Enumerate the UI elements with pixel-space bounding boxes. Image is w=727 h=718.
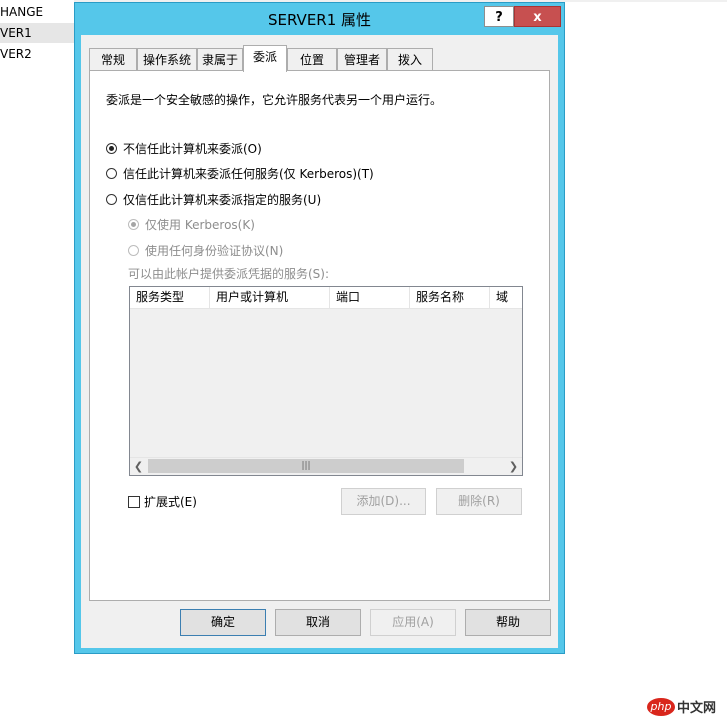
php-logo-icon: php <box>647 697 675 716</box>
dialog-client-area: 常规 操作系统 隶属于 委派 位置 管理者 拨入 委派是一个安全敏感的操作，它允… <box>81 35 558 648</box>
tab-managed-by[interactable]: 管理者 <box>337 48 387 70</box>
cancel-button[interactable]: 取消 <box>275 609 361 636</box>
tab-strip: 常规 操作系统 隶属于 委派 位置 管理者 拨入 <box>89 45 549 72</box>
radio-any-protocol: 使用任何身份验证协议(N) <box>128 242 283 259</box>
ok-button[interactable]: 确定 <box>180 609 266 636</box>
list-item[interactable]: HANGE <box>0 2 74 22</box>
column-header-service-name[interactable]: 服务名称 <box>410 287 490 308</box>
expanded-checkbox-row[interactable]: 扩展式(E) <box>128 493 197 510</box>
radio-label: 信任此计算机来委派任何服务(仅 Kerberos)(T) <box>123 167 374 181</box>
tab-member-of[interactable]: 隶属于 <box>197 48 243 70</box>
radio-trust-specified-services[interactable]: 仅信任此计算机来委派指定的服务(U) <box>106 191 321 208</box>
radio-label: 使用任何身份验证协议(N) <box>145 244 284 258</box>
delegation-description: 委派是一个安全敏感的操作，它允许服务代表另一个用户运行。 <box>106 93 443 107</box>
radio-button[interactable] <box>106 194 117 205</box>
tab-delegation[interactable]: 委派 <box>243 45 287 72</box>
delegation-panel: 委派是一个安全敏感的操作，它允许服务代表另一个用户运行。 不信任此计算机来委派(… <box>89 70 550 601</box>
radio-trust-any-service[interactable]: 信任此计算机来委派任何服务(仅 Kerberos)(T) <box>106 165 374 182</box>
radio-label: 仅信任此计算机来委派指定的服务(U) <box>123 193 322 207</box>
radio-do-not-trust[interactable]: 不信任此计算机来委派(O) <box>106 140 262 157</box>
tab-os[interactable]: 操作系统 <box>137 48 197 70</box>
radio-button <box>128 245 139 256</box>
scroll-thumb[interactable]: ||| <box>148 459 464 473</box>
column-header-domain[interactable]: 域 <box>490 287 522 308</box>
radio-button-checked[interactable] <box>106 143 117 154</box>
radio-button-checked <box>128 219 139 230</box>
expanded-label: 扩展式(E) <box>144 495 197 509</box>
column-header-service-type[interactable]: 服务类型 <box>130 287 210 308</box>
tab-dial-in[interactable]: 拨入 <box>387 48 433 70</box>
list-header: 服务类型 用户或计算机 端口 服务名称 域 <box>130 287 522 309</box>
column-header-user-or-computer[interactable]: 用户或计算机 <box>210 287 330 308</box>
scroll-left-icon[interactable]: ❮ <box>130 458 147 475</box>
services-list-view[interactable]: 服务类型 用户或计算机 端口 服务名称 域 ❮ ||| ❯ <box>129 286 523 476</box>
list-item[interactable]: VER1 <box>0 23 74 43</box>
properties-dialog: SERVER1 属性 ? x 常规 操作系统 隶属于 委派 位置 管理者 拨入 … <box>74 2 565 654</box>
radio-label: 仅使用 Kerberos(K) <box>145 218 255 232</box>
column-header-port[interactable]: 端口 <box>330 287 410 308</box>
tab-general[interactable]: 常规 <box>89 48 137 70</box>
radio-kerberos-only: 仅使用 Kerberos(K) <box>128 216 255 233</box>
help-button[interactable]: 帮助 <box>465 609 551 636</box>
horizontal-scrollbar[interactable]: ❮ ||| ❯ <box>130 457 522 475</box>
radio-button[interactable] <box>106 168 117 179</box>
help-title-button[interactable]: ? <box>484 6 514 27</box>
radio-label: 不信任此计算机来委派(O) <box>123 142 262 156</box>
services-label: 可以由此帐户提供委派凭据的服务(S): <box>128 267 330 281</box>
add-service-button[interactable]: 添加(D)... <box>341 488 426 515</box>
close-button[interactable]: x <box>514 6 561 27</box>
watermark-text: 中文网 <box>677 701 717 716</box>
watermark: php 中文网 <box>647 697 716 716</box>
apply-button[interactable]: 应用(A) <box>370 609 456 636</box>
remove-service-button[interactable]: 删除(R) <box>436 488 522 515</box>
scroll-right-icon[interactable]: ❯ <box>505 458 522 475</box>
expanded-checkbox[interactable] <box>128 495 140 508</box>
tab-location[interactable]: 位置 <box>287 48 337 70</box>
list-item[interactable]: VER2 <box>0 44 74 64</box>
background-server-list: HANGE VER1 VER2 <box>0 0 74 120</box>
